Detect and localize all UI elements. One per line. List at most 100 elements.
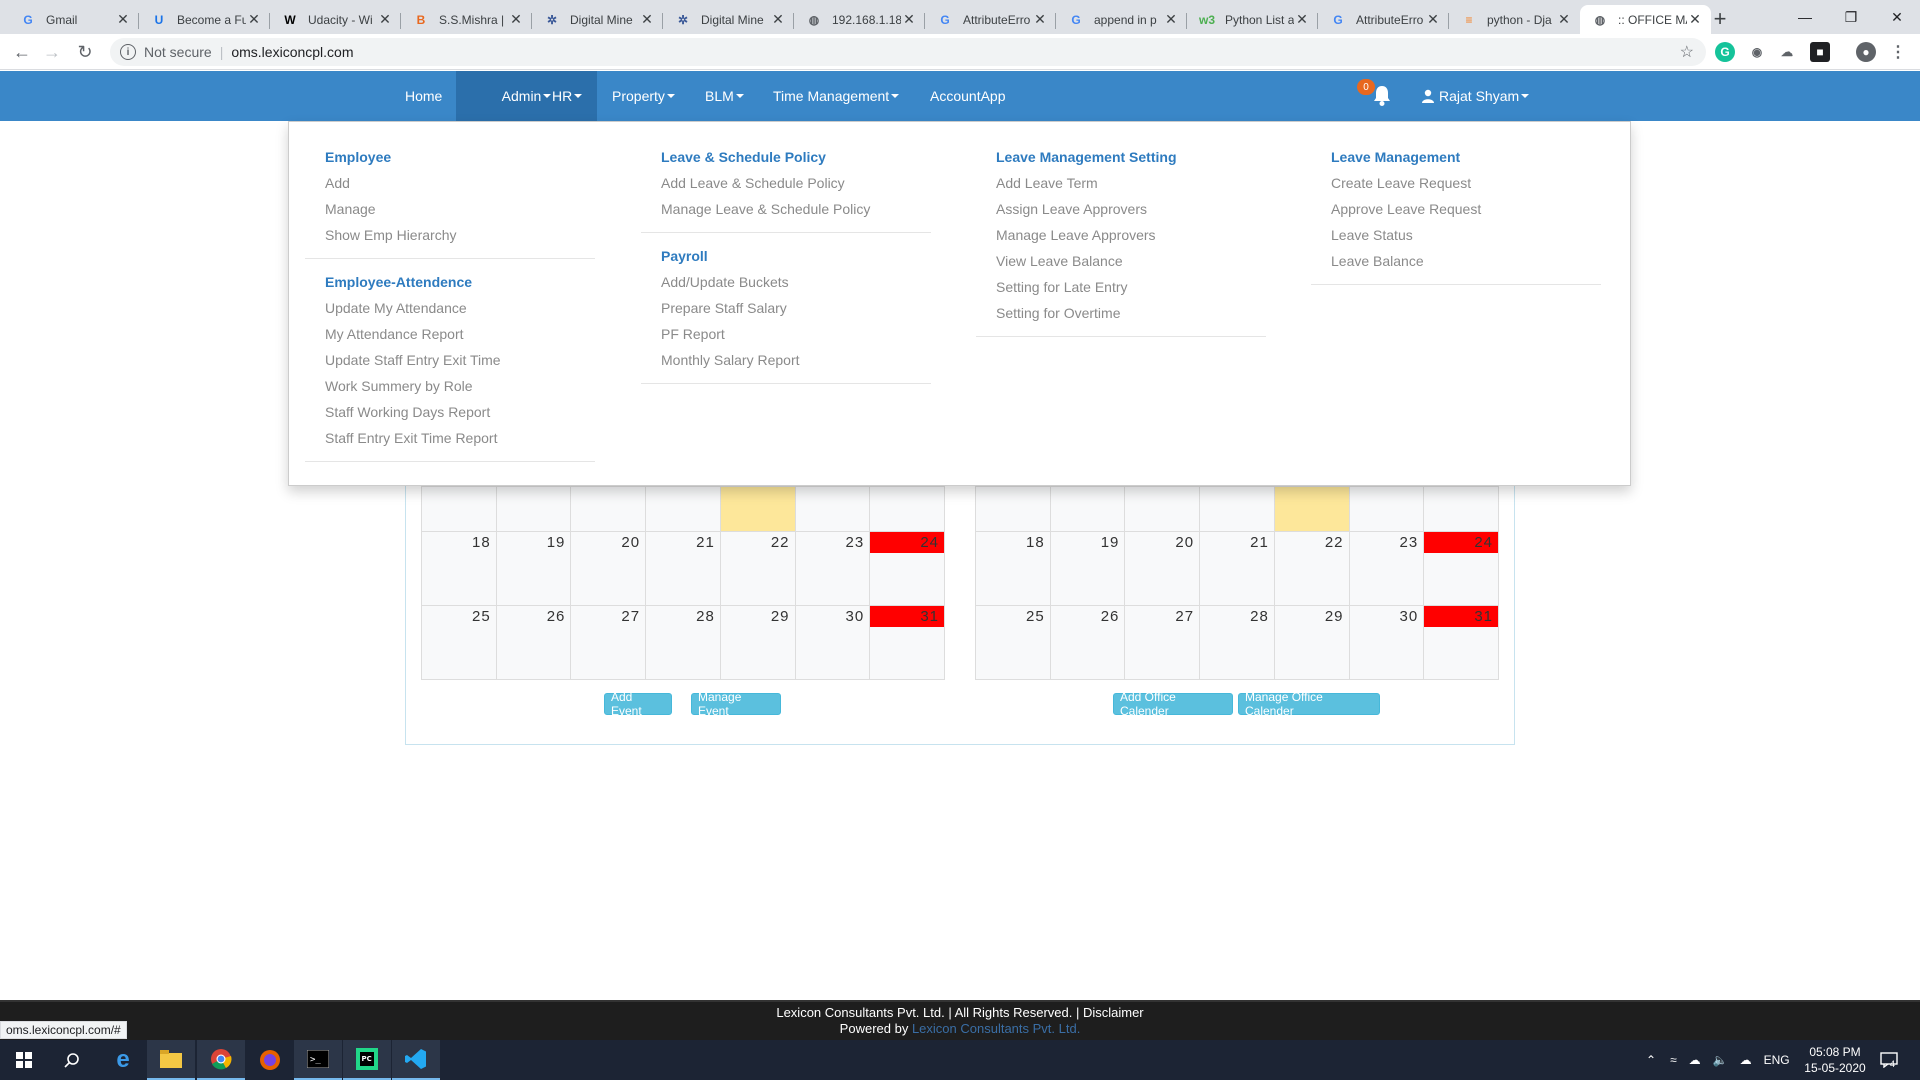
minimize-button[interactable]: — xyxy=(1782,0,1828,34)
back-arrow-icon[interactable]: ← xyxy=(10,40,34,64)
menu-link[interactable]: Update My Attendance xyxy=(289,295,595,321)
menu-link[interactable]: Add Leave & Schedule Policy xyxy=(625,170,931,196)
calendar-day-cell[interactable]: 26 xyxy=(1049,605,1126,680)
reload-icon[interactable]: ↻ xyxy=(73,40,97,64)
nav-time-management[interactable]: Time Management xyxy=(758,71,914,121)
calendar-day-cell[interactable] xyxy=(794,486,871,532)
nav-property[interactable]: Property xyxy=(597,71,690,121)
calendar-day-cell[interactable]: 24 xyxy=(1423,531,1499,606)
browser-tab[interactable]: G AttributeErro ✕ xyxy=(1318,5,1449,34)
menu-link[interactable]: Leave Balance xyxy=(1295,248,1601,274)
menu-link[interactable]: My Attendance Report xyxy=(289,321,595,347)
menu-link[interactable]: Add Leave Term xyxy=(960,170,1266,196)
onedrive-icon[interactable]: ☁ xyxy=(1740,1053,1752,1067)
system-clock[interactable]: 05:08 PM 15-05-2020 xyxy=(1800,1044,1870,1076)
menu-link[interactable]: Approve Leave Request xyxy=(1295,196,1601,222)
nav-accountapp[interactable]: AccountApp xyxy=(915,71,1021,121)
cloud-icon[interactable]: ☁ xyxy=(1777,42,1797,62)
menu-link[interactable]: Add/Update Buckets xyxy=(625,269,931,295)
menu-link[interactable]: Show Emp Hierarchy xyxy=(289,222,595,248)
calendar-day-cell[interactable]: 19 xyxy=(495,531,572,606)
calendar-day-cell[interactable]: 21 xyxy=(645,531,721,606)
browser-tab[interactable]: Gappend in p ✕ xyxy=(1056,5,1187,34)
close-tab-icon[interactable]: ✕ xyxy=(1556,11,1572,28)
calendar-day-cell[interactable]: 31 xyxy=(1423,605,1499,680)
calendar-day-cell[interactable]: 28 xyxy=(1199,605,1275,680)
restore-button[interactable]: ❐ xyxy=(1828,0,1874,34)
network-icon[interactable]: ☁ xyxy=(1689,1053,1701,1067)
calendar-day-cell[interactable] xyxy=(719,486,796,532)
menu-link[interactable]: Manage xyxy=(289,196,595,222)
close-tab-icon[interactable]: ✕ xyxy=(508,11,524,28)
nav-home[interactable]: Home xyxy=(390,71,457,121)
calendar-day-cell[interactable]: 31 xyxy=(869,605,945,680)
edge-browser-icon[interactable]: e xyxy=(99,1040,147,1080)
calendar-day-cell[interactable] xyxy=(570,486,647,532)
terminal-icon[interactable]: >_ xyxy=(294,1040,342,1080)
calendar-day-cell[interactable] xyxy=(975,486,1051,532)
firefox-icon[interactable] xyxy=(246,1040,294,1080)
calendar-day-cell[interactable] xyxy=(495,486,572,532)
menu-link[interactable]: Add xyxy=(289,170,595,196)
close-tab-icon[interactable]: ✕ xyxy=(246,11,262,28)
wifi-icon[interactable]: ≈ xyxy=(1670,1053,1677,1067)
calendar-day-cell[interactable]: 18 xyxy=(421,531,497,606)
chrome-icon[interactable] xyxy=(197,1040,245,1080)
menu-link[interactable]: Staff Working Days Report xyxy=(289,399,595,425)
manage-event-button[interactable]: Manage Event xyxy=(691,690,781,718)
nav-blm[interactable]: BLM xyxy=(690,71,759,121)
close-tab-icon[interactable]: ✕ xyxy=(639,11,655,28)
close-tab-icon[interactable]: ✕ xyxy=(1163,11,1179,28)
browser-tab[interactable]: ◍:: OFFICE MA ✕ xyxy=(1580,5,1711,34)
calendar-day-cell[interactable]: 24 xyxy=(869,531,945,606)
close-tab-icon[interactable]: ✕ xyxy=(1032,11,1048,28)
calendar-day-cell[interactable]: 20 xyxy=(570,531,647,606)
bookmark-star-icon[interactable]: ☆ xyxy=(1680,42,1694,62)
close-tab-icon[interactable]: ✕ xyxy=(1294,11,1310,28)
browser-tab[interactable]: ≡ python - Dja ✕ xyxy=(1449,5,1580,34)
calendar-day-cell[interactable]: 30 xyxy=(1348,605,1425,680)
calendar-day-cell[interactable]: 28 xyxy=(645,605,721,680)
volume-mute-icon[interactable]: 🔈 xyxy=(1713,1053,1728,1067)
language-indicator[interactable]: ENG xyxy=(1764,1053,1790,1067)
menu-link[interactable]: Manage Leave & Schedule Policy xyxy=(625,196,931,222)
nav-hr[interactable]: HR xyxy=(537,71,597,121)
menu-link[interactable]: Work Summery by Role xyxy=(289,373,595,399)
menu-link[interactable]: Manage Leave Approvers xyxy=(960,222,1266,248)
calendar-day-cell[interactable]: 27 xyxy=(570,605,647,680)
address-bar[interactable]: i Not secure | oms.lexiconcpl.com ☆ xyxy=(110,38,1706,66)
info-icon[interactable]: i xyxy=(120,44,136,60)
grammarly-icon[interactable]: G xyxy=(1715,42,1735,62)
calendar-day-cell[interactable]: 29 xyxy=(1273,605,1350,680)
close-window-button[interactable]: ✕ xyxy=(1874,0,1920,34)
user-menu[interactable]: Rajat Shyam xyxy=(1406,71,1544,121)
calendar-day-cell[interactable]: 26 xyxy=(495,605,572,680)
calendar-day-cell[interactable]: 25 xyxy=(421,605,497,680)
manage-office-calendar-button[interactable]: Manage Office Calender xyxy=(1238,690,1380,718)
camera-icon[interactable]: ◉ xyxy=(1747,42,1767,62)
browser-tab[interactable]: w3 Python List a ✕ xyxy=(1187,5,1318,34)
menu-link[interactable]: Setting for Late Entry xyxy=(960,274,1266,300)
close-tab-icon[interactable]: ✕ xyxy=(377,11,393,28)
company-link[interactable]: Lexicon Consultants Pvt. Ltd. xyxy=(912,1021,1080,1036)
menu-link[interactable]: Setting for Overtime xyxy=(960,300,1266,326)
menu-link[interactable]: Staff Entry Exit Time Report xyxy=(289,425,595,451)
browser-tab[interactable]: ✲ Digital Mine ✕ xyxy=(532,5,663,34)
vscode-icon[interactable] xyxy=(392,1040,440,1080)
calendar-day-cell[interactable]: 23 xyxy=(794,531,871,606)
close-tab-icon[interactable]: ✕ xyxy=(1687,11,1703,28)
calendar-day-cell[interactable]: 23 xyxy=(1348,531,1425,606)
file-explorer-icon[interactable] xyxy=(147,1040,195,1080)
calendar-day-cell[interactable] xyxy=(1348,486,1425,532)
chevron-up-icon[interactable]: ⌃ xyxy=(1646,1053,1656,1067)
calendar-day-cell[interactable] xyxy=(421,486,497,532)
profile-avatar-icon[interactable]: ● xyxy=(1856,42,1876,62)
menu-link[interactable]: Leave Status xyxy=(1295,222,1601,248)
calendar-day-cell[interactable] xyxy=(1423,486,1499,532)
browser-tab[interactable]: U Become a Fu ✕ xyxy=(139,5,270,34)
bell-icon[interactable] xyxy=(1373,85,1391,107)
menu-link[interactable]: Prepare Staff Salary xyxy=(625,295,931,321)
extension-badge-icon[interactable]: ■ xyxy=(1810,42,1830,62)
action-center-icon[interactable]: 4 xyxy=(1880,1040,1898,1080)
calendar-day-cell[interactable] xyxy=(1273,486,1350,532)
